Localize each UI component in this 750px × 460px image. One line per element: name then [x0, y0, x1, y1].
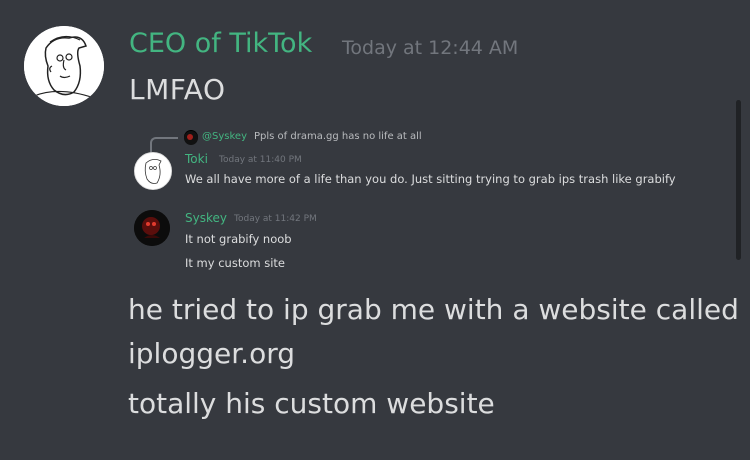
- reply-text: Ppls of drama.gg has no life at all: [254, 131, 422, 142]
- sketch-face-icon: [135, 153, 171, 189]
- message-timestamp: Today at 12:44 AM: [342, 37, 519, 59]
- dark-red-icon: [184, 131, 198, 145]
- message-line-2a: he tried to ip grab me with a website ca…: [128, 293, 739, 326]
- reply-connector: [150, 137, 178, 153]
- message-line-2b: iplogger.org: [128, 337, 296, 370]
- embed-timestamp-syskey: Today at 11:42 PM: [234, 214, 317, 224]
- chat-message: CEO of TikTok Today at 12:44 AM LMFAO @S…: [0, 0, 750, 460]
- message-line-1: LMFAO: [129, 73, 226, 106]
- author-name[interactable]: CEO of TikTok: [129, 28, 312, 59]
- embed-author-syskey: Syskey: [185, 211, 227, 225]
- dark-red-icon: [134, 210, 170, 246]
- message-line-3: totally his custom website: [128, 387, 495, 420]
- embed-avatar-syskey: [134, 210, 170, 246]
- reply-mention[interactable]: @Syskey: [202, 131, 247, 142]
- embed-avatar-toki: [134, 152, 172, 190]
- embed-author-toki: Toki: [185, 152, 208, 166]
- scrollbar-thumb[interactable]: [736, 100, 741, 260]
- sketch-face-icon: [24, 26, 104, 106]
- embed-timestamp-toki: Today at 11:40 PM: [219, 155, 302, 165]
- embed-text-syskey-1: It not grabify noob: [185, 232, 292, 246]
- embed-text-syskey-2: It my custom site: [185, 256, 285, 270]
- author-avatar[interactable]: [24, 26, 104, 106]
- reply-avatar: [184, 130, 198, 145]
- embed-text-toki: We all have more of a life than you do. …: [185, 172, 676, 186]
